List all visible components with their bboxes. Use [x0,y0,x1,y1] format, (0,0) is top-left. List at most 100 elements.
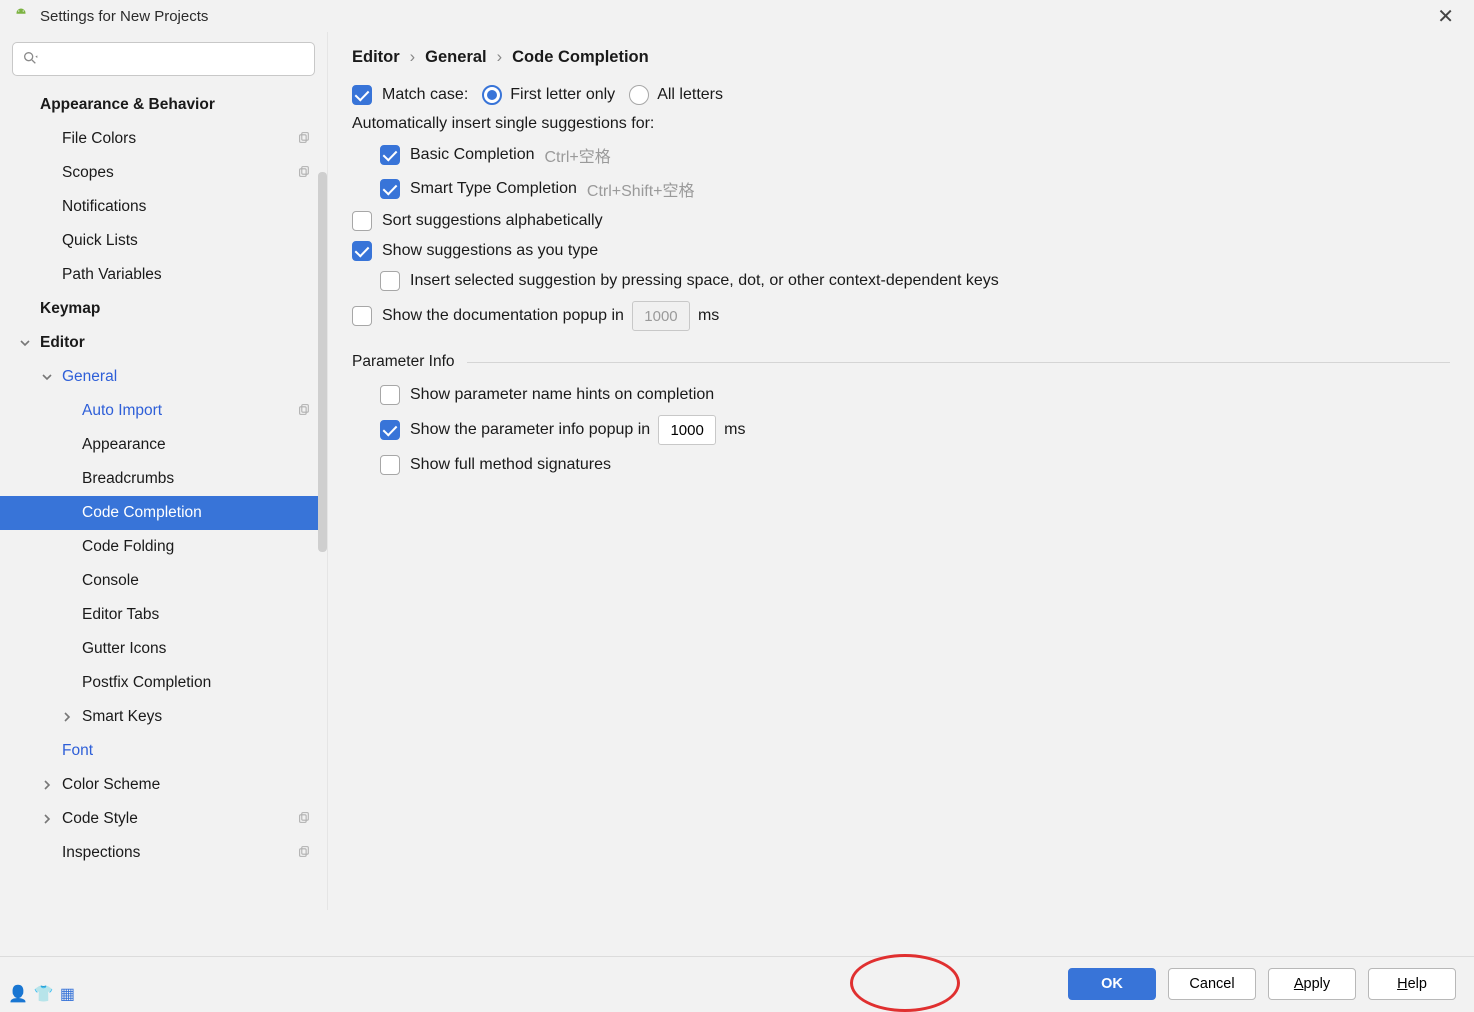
sidebar-item[interactable]: Color Scheme [0,768,327,802]
parameter-info-section: Parameter Info [352,353,1450,371]
titlebar: Settings for New Projects ✕ [0,0,1474,32]
show-as-type-checkbox[interactable] [352,241,372,261]
close-icon[interactable]: ✕ [1429,2,1462,31]
sidebar-item-label: Editor Tabs [82,606,159,624]
param-popup-label: Show the parameter info popup in [410,421,650,439]
sidebar-item[interactable]: Breadcrumbs [0,462,327,496]
sidebar-item[interactable]: Quick Lists [0,224,327,258]
chevron-down-icon [18,336,32,350]
match-case-row: Match case: First letter only All letter… [352,85,1450,105]
ms-label: ms [698,307,719,325]
sidebar-item[interactable]: Code Completion [0,496,327,530]
show-as-type-row: Show suggestions as you type [352,241,1450,261]
first-letter-radio[interactable] [482,85,502,105]
settings-tree: Appearance & BehaviorFile Colors Scopes No… [0,84,327,910]
sidebar-item-label: Auto Import [82,402,162,420]
chevron-right-icon: › [410,48,416,67]
sidebar-item[interactable]: Appearance & Behavior [0,88,327,122]
sidebar-item-label: Inspections [62,844,140,862]
basic-completion-checkbox[interactable] [380,145,400,165]
sidebar: Appearance & BehaviorFile Colors Scopes No… [0,32,328,910]
show-doc-checkbox[interactable] [352,306,372,326]
sidebar-item[interactable]: Inspections [0,836,327,870]
sidebar-item-label: Smart Keys [82,708,162,726]
sidebar-item-label: Gutter Icons [82,640,166,658]
sidebar-item[interactable]: Editor [0,326,327,360]
scrollbar[interactable] [318,172,327,552]
smart-completion-checkbox[interactable] [380,179,400,199]
ok-button[interactable]: OK [1068,968,1156,1000]
grid-icon[interactable]: ▦ [60,984,75,1004]
sidebar-item[interactable]: File Colors [0,122,327,156]
insert-selected-label: Insert selected suggestion by pressing s… [410,272,999,290]
first-letter-label: First letter only [510,86,615,104]
all-letters-radio[interactable] [629,85,649,105]
sidebar-item[interactable]: Scopes [0,156,327,190]
sidebar-item[interactable]: Gutter Icons [0,632,327,666]
chevron-right-icon [60,710,74,724]
apply-button[interactable]: Apply [1268,968,1356,1000]
copy-icon [298,845,311,861]
chevron-down-icon [40,370,54,384]
auto-insert-header: Automatically insert single suggestions … [352,115,1450,133]
sidebar-item-label: Font [62,742,93,760]
copy-icon [298,131,311,147]
window-title: Settings for New Projects [40,8,208,25]
sidebar-item[interactable]: Font [0,734,327,768]
sidebar-item-label: Postfix Completion [82,674,211,692]
sort-alpha-row: Sort suggestions alphabetically [352,211,1450,231]
sidebar-item-label: Keymap [40,300,100,318]
sidebar-item[interactable]: General [0,360,327,394]
full-sig-checkbox[interactable] [380,455,400,475]
search-input[interactable] [12,42,315,76]
copy-icon [298,403,311,419]
sidebar-item[interactable]: Auto Import [0,394,327,428]
insert-selected-row: Insert selected suggestion by pressing s… [380,271,1450,291]
copy-icon [298,811,311,827]
chevron-right-icon: › [497,48,503,67]
param-hints-label: Show parameter name hints on completion [410,386,714,404]
sidebar-item-label: General [62,368,117,386]
show-full-sig-row: Show full method signatures [380,455,1450,475]
shirt-icon[interactable]: 👕 [34,984,54,1004]
show-doc-popup-row: Show the documentation popup in ms [352,301,1450,331]
sidebar-item[interactable]: Appearance [0,428,327,462]
breadcrumb: Editor › General › Code Completion [352,48,1450,67]
match-case-label: Match case: [382,86,468,104]
annotation-circle [850,954,960,1012]
cancel-button[interactable]: Cancel [1168,968,1256,1000]
sidebar-item-label: Code Style [62,810,138,828]
full-sig-label: Show full method signatures [410,456,611,474]
param-hints-checkbox[interactable] [380,385,400,405]
sort-alpha-label: Sort suggestions alphabetically [382,212,603,230]
sidebar-item[interactable]: Path Variables [0,258,327,292]
person-icon[interactable]: 👤 [8,984,28,1004]
sidebar-item[interactable]: Console [0,564,327,598]
sidebar-item[interactable]: Code Style [0,802,327,836]
sidebar-item[interactable]: Notifications [0,190,327,224]
show-as-type-label: Show suggestions as you type [382,242,598,260]
sort-alpha-checkbox[interactable] [352,211,372,231]
doc-ms-input[interactable] [632,301,690,331]
param-popup-checkbox[interactable] [380,420,400,440]
match-case-checkbox[interactable] [352,85,372,105]
sidebar-item-label: Scopes [62,164,114,182]
sidebar-item[interactable]: Postfix Completion [0,666,327,700]
param-ms-input[interactable] [658,415,716,445]
insert-selected-checkbox[interactable] [380,271,400,291]
chevron-right-icon [40,778,54,792]
body: Appearance & BehaviorFile Colors Scopes No… [0,32,1474,910]
sidebar-item[interactable]: Editor Tabs [0,598,327,632]
main-panel: Editor › General › Code Completion Match… [328,32,1474,910]
breadcrumb-item[interactable]: Editor [352,48,400,67]
sidebar-item-label: Code Folding [82,538,174,556]
chevron-right-icon [40,812,54,826]
sidebar-item[interactable]: Smart Keys [0,700,327,734]
help-button[interactable]: Help [1368,968,1456,1000]
show-param-hints-row: Show parameter name hints on completion [380,385,1450,405]
show-doc-label: Show the documentation popup in [382,307,624,325]
breadcrumb-item[interactable]: General [425,48,486,67]
sidebar-item[interactable]: Code Folding [0,530,327,564]
sidebar-item[interactable]: Keymap [0,292,327,326]
all-letters-label: All letters [657,86,723,104]
